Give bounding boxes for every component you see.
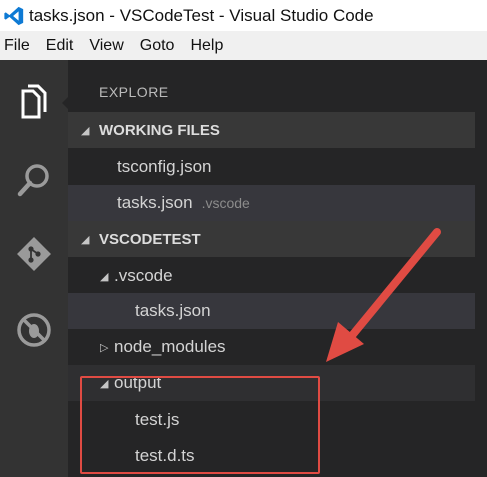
annotation-arrow — [326, 228, 441, 362]
